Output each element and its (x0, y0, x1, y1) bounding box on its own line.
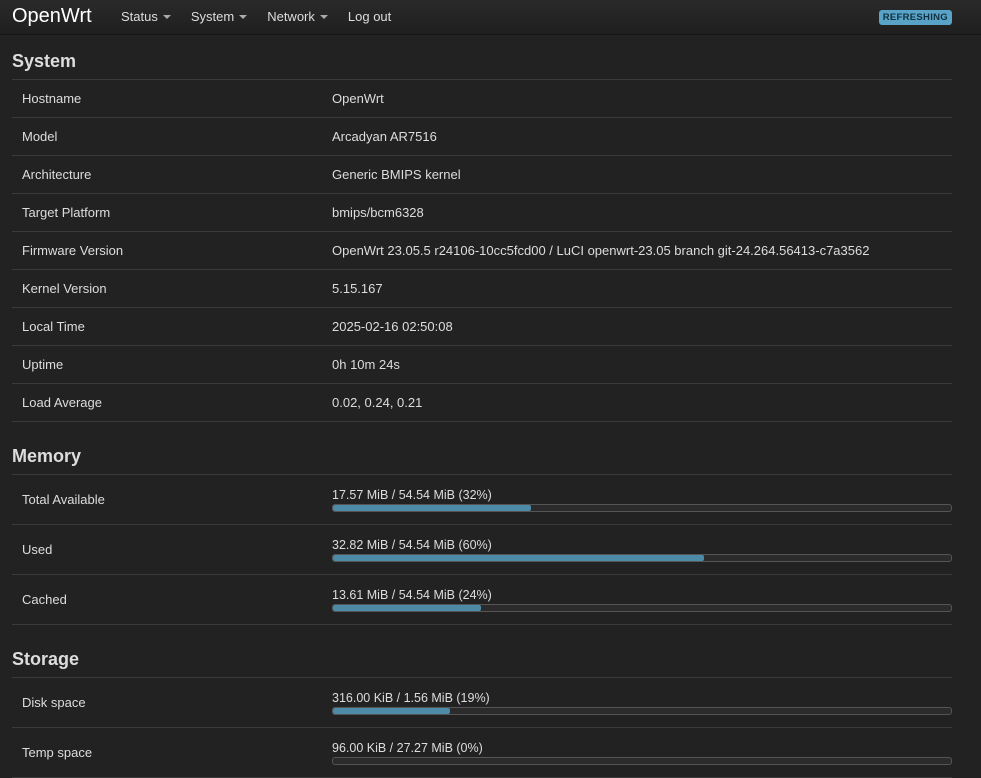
table-row: Temp space 96.00 KiB / 27.27 MiB (0%) (12, 727, 952, 778)
top-navbar: OpenWrt Status System Network Log out RE… (0, 0, 981, 35)
table-row: Firmware Version OpenWrt 23.05.5 r24106-1… (12, 231, 952, 270)
row-label: Total Available (12, 475, 332, 525)
nav-status-label: Status (121, 9, 158, 24)
table-row: Architecture Generic BMIPS kernel (12, 155, 952, 194)
table-row: Used 32.82 MiB / 54.54 MiB (60%) (12, 524, 952, 575)
table-row: Uptime 0h 10m 24s (12, 345, 952, 384)
table-row: Total Available 17.57 MiB / 54.54 MiB (3… (12, 475, 952, 525)
progress-fill (333, 707, 451, 714)
progress-bar (332, 503, 952, 512)
main-content: System Hostname OpenWrt Model Arcadyan AR7… (0, 35, 981, 778)
row-label: Disk space (12, 678, 332, 728)
brand-logo[interactable]: OpenWrt (12, 5, 92, 28)
row-label: Uptime (12, 345, 332, 384)
table-row: Target Platform bmips/bcm6328 (12, 193, 952, 232)
main-nav: Status System Network Log out (121, 9, 411, 24)
nav-status[interactable]: Status (121, 9, 171, 24)
refreshing-badge[interactable]: REFRESHING (878, 10, 952, 25)
nav-network-label: Network (267, 9, 315, 24)
row-label: Used (12, 524, 332, 575)
nav-network[interactable]: Network (267, 9, 328, 24)
table-row: Kernel Version 5.15.167 (12, 269, 952, 308)
progress-bar (332, 553, 952, 562)
chevron-down-icon (162, 15, 171, 19)
progress-fill (333, 504, 531, 511)
row-label: Local Time (12, 307, 332, 346)
nav-system-label: System (190, 9, 235, 24)
table-row: Local Time 2025-02-16 02:50:08 (12, 307, 952, 346)
progress-bar (332, 603, 952, 612)
row-label: Architecture (12, 155, 332, 194)
chevron-down-icon (239, 15, 248, 19)
nav-system[interactable]: System (190, 9, 248, 24)
row-value: 0.02, 0.24, 0.21 (332, 383, 952, 422)
row-label: Target Platform (12, 193, 332, 232)
row-label: Cached (12, 574, 332, 625)
storage-table: Disk space 316.00 KiB / 1.56 MiB (19%) T… (12, 678, 952, 778)
table-row: Hostname OpenWrt (12, 80, 952, 118)
progress-bar (332, 706, 952, 715)
table-row: Cached 13.61 MiB / 54.54 MiB (24%) (12, 574, 952, 625)
row-value: Generic BMIPS kernel (332, 155, 952, 194)
progress-text: 96.00 KiB / 27.27 MiB (0%) (332, 740, 483, 755)
nav-logout[interactable]: Log out (348, 9, 391, 24)
row-value: bmips/bcm6328 (332, 193, 952, 232)
progress-fill (333, 604, 482, 611)
row-value: 5.15.167 (332, 269, 952, 308)
nav-logout-label: Log out (347, 9, 392, 24)
table-row: Load Average 0.02, 0.24, 0.21 (12, 383, 952, 422)
row-label: Model (12, 117, 332, 156)
row-label: Hostname (12, 80, 332, 118)
row-value: OpenWrt (332, 80, 952, 118)
row-value: 0h 10m 24s (332, 345, 952, 384)
row-value: Arcadyan AR7516 (332, 117, 952, 156)
section-title-system: System (12, 35, 952, 80)
section-title-storage: Storage (12, 633, 952, 678)
system-table: Hostname OpenWrt Model Arcadyan AR7516 Arc… (12, 80, 952, 422)
row-label: Temp space (12, 727, 332, 778)
row-label: Load Average (12, 383, 332, 422)
row-label: Firmware Version (12, 231, 332, 270)
progress-text: 17.57 MiB / 54.54 MiB (32%) (332, 487, 492, 502)
progress-text: 316.00 KiB / 1.56 MiB (19%) (332, 690, 490, 705)
progress-text: 13.61 MiB / 54.54 MiB (24%) (332, 587, 492, 602)
progress-text: 32.82 MiB / 54.54 MiB (60%) (332, 537, 492, 552)
row-value: 2025-02-16 02:50:08 (332, 307, 952, 346)
section-title-memory: Memory (12, 430, 952, 475)
table-row: Disk space 316.00 KiB / 1.56 MiB (19%) (12, 678, 952, 728)
progress-fill (333, 554, 704, 561)
row-label: Kernel Version (12, 269, 332, 308)
table-row: Model Arcadyan AR7516 (12, 117, 952, 156)
memory-table: Total Available 17.57 MiB / 54.54 MiB (3… (12, 475, 952, 625)
chevron-down-icon (319, 15, 328, 19)
row-value: OpenWrt 23.05.5 r24106-10cc5fcd00 / LuCI… (332, 231, 952, 270)
